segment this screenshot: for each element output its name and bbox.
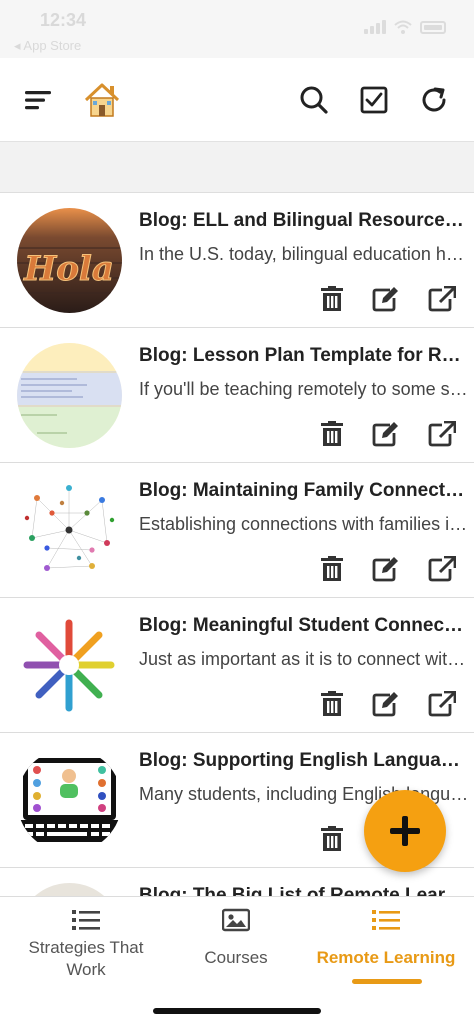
hola-sign-image: Hola [17, 208, 122, 313]
open-external-button[interactable] [428, 555, 456, 583]
delete-button[interactable] [318, 690, 346, 718]
add-button[interactable] [364, 790, 446, 872]
list-item[interactable]: Blog: The Big List of Remote Learning Re… [0, 868, 474, 896]
item-title: Blog: Supporting English Language Learne… [139, 750, 469, 771]
open-external-button[interactable] [428, 420, 456, 448]
delete-button[interactable] [318, 555, 346, 583]
filter-bar [0, 142, 474, 193]
hands-circle-image [17, 613, 122, 718]
wifi-icon [394, 20, 412, 34]
external-link-icon [428, 556, 456, 582]
list-icon [72, 910, 100, 930]
search-button[interactable] [292, 78, 336, 122]
plus-icon [390, 816, 420, 846]
edit-button[interactable] [372, 690, 400, 718]
refresh-icon [422, 87, 446, 112]
item-actions [316, 690, 466, 720]
tab-label: Remote Learning [316, 948, 456, 967]
external-link-icon [428, 691, 456, 717]
tab-strategies-that-work[interactable]: Strategies That Work [20, 897, 152, 987]
trash-icon [321, 556, 343, 581]
status-time: 12:34 [40, 10, 87, 30]
tab-remote-learning[interactable]: Remote Learning [306, 897, 466, 987]
video-call-laptop-image [17, 748, 122, 853]
people-network-image [17, 478, 122, 583]
lesson-plan-image [17, 343, 122, 448]
home-indicator-area [0, 986, 474, 1026]
edit-button[interactable] [372, 285, 400, 313]
refresh-button[interactable] [412, 78, 456, 122]
edit-icon [372, 557, 398, 582]
item-description: In the U.S. today, bilingual education h… [139, 244, 469, 264]
item-thumbnail [17, 748, 122, 853]
menu-icon [25, 91, 51, 110]
menu-button[interactable] [16, 78, 60, 122]
search-icon [300, 86, 328, 114]
edit-icon [372, 692, 398, 717]
trash-icon [321, 421, 343, 446]
item-description: Establishing connections with families i… [139, 514, 469, 534]
edit-icon [372, 422, 398, 447]
delete-button[interactable] [318, 420, 346, 448]
list-item[interactable]: Blog: Maintaining Family Connections Est… [0, 463, 474, 598]
item-title: Blog: The Big List of Remote Learning Re… [139, 885, 469, 896]
item-thumbnail [17, 343, 122, 448]
trash-icon [321, 826, 343, 851]
item-actions [316, 420, 466, 450]
home-icon [84, 83, 120, 117]
home-button[interactable] [80, 78, 124, 122]
item-description: If you'll be teaching remotely to some s… [139, 379, 469, 399]
delete-button[interactable] [318, 825, 346, 853]
tab-label: Strategies That Work [28, 938, 144, 979]
back-to-app-store[interactable]: ◂ App Store [14, 38, 81, 54]
trash-icon [321, 286, 343, 311]
image-icon [222, 908, 250, 932]
app-screen: 12:34 ◂ App Store Hola Blog: ELL and Bil… [0, 0, 474, 1026]
status-icons [364, 20, 446, 34]
bottom-tab-bar: Strategies That Work Courses Remote Lear… [0, 896, 474, 986]
external-link-icon [428, 286, 456, 312]
tab-label: Courses [204, 948, 268, 967]
external-link-icon [428, 421, 456, 447]
item-thumbnail [17, 613, 122, 718]
delete-button[interactable] [318, 285, 346, 313]
item-thumbnail [17, 883, 122, 896]
battery-icon [420, 21, 446, 34]
item-title: Blog: Meaningful Student Connections [139, 615, 469, 636]
select-button[interactable] [352, 78, 396, 122]
open-external-button[interactable] [428, 285, 456, 313]
list-item[interactable]: Hola Blog: ELL and Bilingual Resources f… [0, 193, 474, 328]
active-tab-indicator [352, 979, 422, 984]
item-title: Blog: Lesson Plan Template for Remote Le… [139, 345, 469, 366]
open-external-button[interactable] [428, 690, 456, 718]
signal-icon [364, 20, 386, 34]
item-title: Blog: Maintaining Family Connections [139, 480, 469, 501]
tab-courses[interactable]: Courses [176, 897, 296, 987]
partial-thumbnail-image [17, 883, 122, 896]
edit-button[interactable] [372, 420, 400, 448]
trash-icon [321, 691, 343, 716]
edit-icon [372, 287, 398, 312]
item-actions [316, 285, 466, 315]
edit-button[interactable] [372, 555, 400, 583]
item-description: Just as important as it is to connect wi… [139, 649, 469, 669]
top-toolbar [0, 58, 474, 142]
checkbox-icon [360, 86, 388, 114]
item-title: Blog: ELL and Bilingual Resources for Re… [139, 210, 469, 231]
list-item[interactable]: Blog: Meaningful Student Connections Jus… [0, 598, 474, 733]
item-thumbnail: Hola [17, 208, 122, 313]
list-item[interactable]: Blog: Lesson Plan Template for Remote Le… [0, 328, 474, 463]
status-bar: 12:34 ◂ App Store [0, 0, 474, 58]
thumb-text: Hola [23, 249, 114, 289]
item-actions [316, 555, 466, 585]
list-icon [372, 910, 400, 930]
home-indicator[interactable] [153, 1008, 321, 1014]
item-thumbnail [17, 478, 122, 583]
